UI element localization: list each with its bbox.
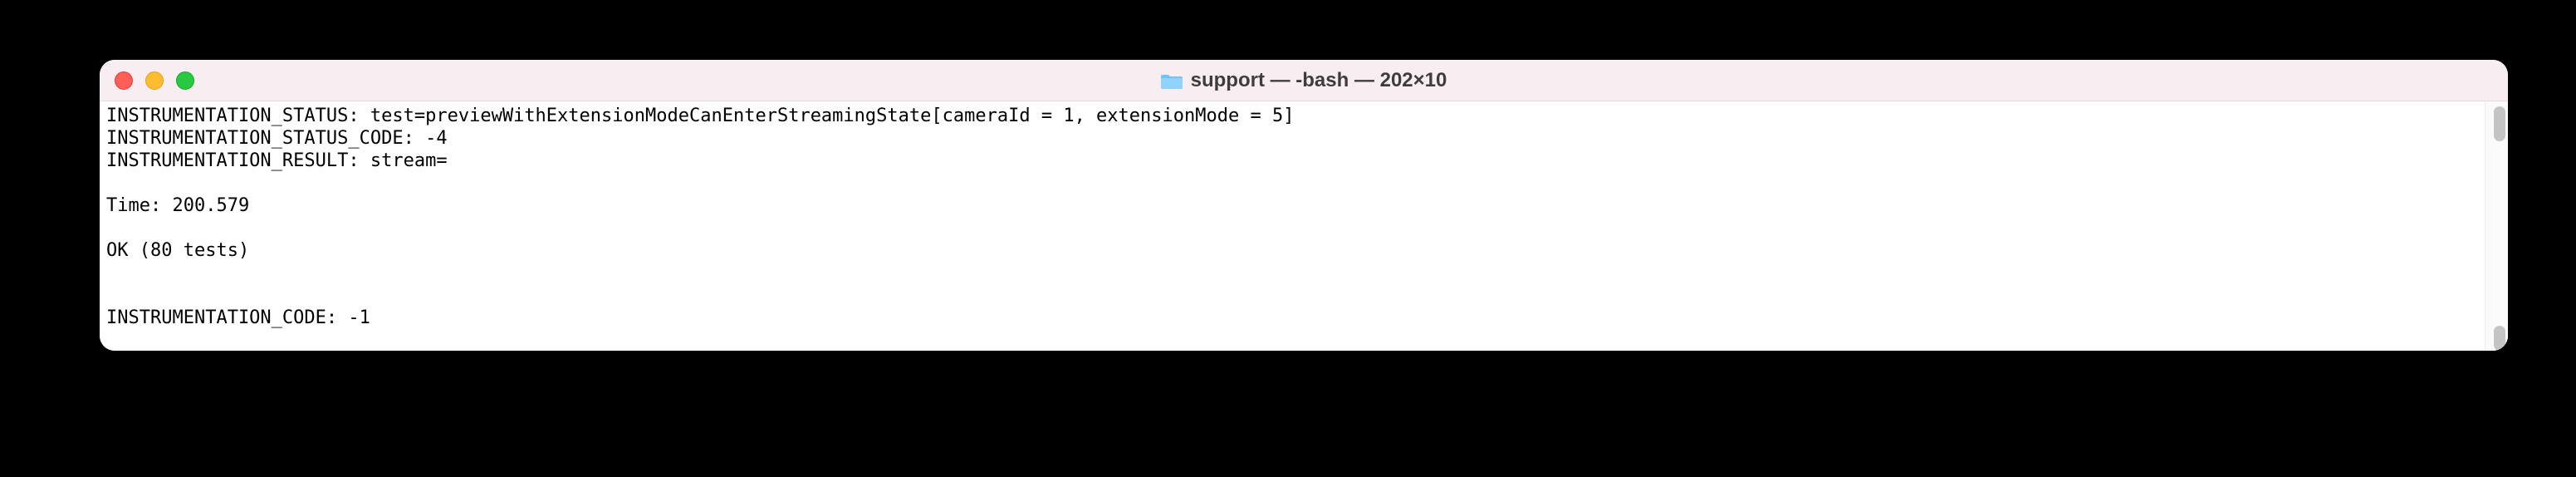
- folder-icon: [1161, 71, 1183, 90]
- scrollbar-thumb[interactable]: [2494, 326, 2505, 351]
- terminal-line: OK (80 tests): [106, 239, 2501, 262]
- minimize-button[interactable]: [145, 71, 164, 90]
- terminal-output: INSTRUMENTATION_STATUS: test=previewWith…: [106, 105, 2501, 329]
- scrollbar-thumb[interactable]: [2494, 106, 2505, 141]
- terminal-line: [106, 262, 2501, 284]
- window-title: support — -bash — 202×10: [1191, 69, 1447, 92]
- titlebar[interactable]: support — -bash — 202×10: [100, 60, 2508, 101]
- window-title-container: support — -bash — 202×10: [100, 69, 2508, 92]
- terminal-line: [106, 284, 2501, 307]
- terminal-line: INSTRUMENTATION_STATUS: test=previewWith…: [106, 105, 2501, 127]
- terminal-line: INSTRUMENTATION_STATUS_CODE: -4: [106, 127, 2501, 150]
- traffic-lights: [115, 71, 194, 90]
- scrollbar-track[interactable]: [2485, 101, 2508, 351]
- terminal-body[interactable]: INSTRUMENTATION_STATUS: test=previewWith…: [100, 101, 2508, 351]
- zoom-button[interactable]: [176, 71, 194, 90]
- terminal-line: INSTRUMENTATION_RESULT: stream=: [106, 150, 2501, 172]
- terminal-window: support — -bash — 202×10 INSTRUMENTATION…: [100, 60, 2508, 351]
- terminal-line: Time: 200.579: [106, 194, 2501, 217]
- terminal-line: INSTRUMENTATION_CODE: -1: [106, 307, 2501, 329]
- terminal-line: [106, 172, 2501, 194]
- close-button[interactable]: [115, 71, 133, 90]
- terminal-line: [106, 217, 2501, 239]
